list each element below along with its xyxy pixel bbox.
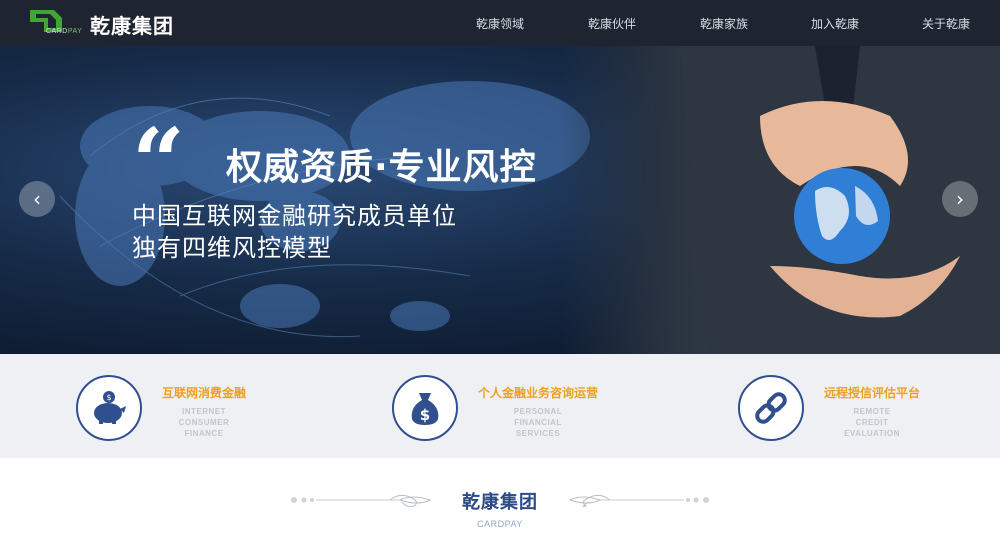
carousel-next-button[interactable]: ›	[942, 181, 978, 217]
hero-banner: “ 权威资质·专业风控 中国互联网金融研究成员单位 独有四维风控模型 ‹ ›	[0, 46, 1000, 354]
main-nav: 乾康领域 乾康伙伴 乾康家族 加入乾康 关于乾康	[430, 0, 990, 46]
brand-logo[interactable]: CARDPAY 乾康集团	[28, 6, 188, 40]
service-title: 远程授信评估平台	[824, 386, 921, 400]
nav-item-domain[interactable]: 乾康领域	[476, 15, 524, 32]
businessman-photo	[560, 46, 1000, 354]
svg-text:$: $	[420, 406, 430, 424]
chevron-right-icon: ›	[956, 187, 964, 211]
money-bag-icon: $	[411, 393, 439, 425]
service-icon-button[interactable]: $	[392, 375, 458, 441]
logo-pay-text: PAY	[67, 28, 83, 35]
nav-item-partners[interactable]: 乾康伙伴	[588, 15, 636, 32]
nav-item-about[interactable]: 关于乾康	[922, 15, 970, 32]
service-english-label: PERSONAL FINANCIAL SERVICES	[498, 406, 578, 439]
service-en-line: PERSONAL	[513, 407, 563, 416]
logo-subtext: CARDPAY	[46, 28, 82, 35]
service-en-line: FINANCIAL	[514, 418, 562, 427]
service-icon-button[interactable]	[738, 375, 804, 441]
top-navbar: CARDPAY 乾康集团 乾康领域 乾康伙伴 乾康家族 加入乾康 关于乾康	[0, 0, 1000, 46]
logo-card-text: CARD	[46, 28, 68, 35]
logo-title: 乾康集团	[90, 14, 174, 38]
right-ornament-divider	[569, 494, 709, 507]
service-title: 个人金融业务咨询运营	[478, 386, 599, 400]
service-remote-credit: 远程授信评估平台 REMOTE CREDIT EVALUATION	[0, 354, 920, 458]
chain-link-icon	[755, 392, 787, 424]
service-en-line: EVALUATION	[844, 429, 900, 438]
carousel-prev-button[interactable]: ‹	[19, 181, 55, 217]
service-en-line: CREDIT	[855, 418, 889, 427]
nav-item-family[interactable]: 乾康家族	[700, 15, 748, 32]
brand-section: 乾康集团 CARDPAY	[0, 458, 1000, 533]
hero-subtitle-2: 独有四维风控模型	[132, 234, 332, 262]
hero-subtitle-1: 中国互联网金融研究成员单位	[132, 202, 457, 230]
hands-globe-graphic	[680, 46, 1000, 354]
brand-title: 乾康集团	[462, 492, 538, 513]
nav-item-join[interactable]: 加入乾康	[811, 15, 859, 32]
brand-subtitle: CARDPAY	[477, 519, 523, 529]
hero-title: 权威资质·专业风控	[226, 147, 537, 188]
service-en-line: REMOTE	[853, 407, 891, 416]
services-strip: $ 互联网消费金融 INTERNET CONSUMER FINANCE $ 个人…	[0, 354, 1000, 458]
chevron-left-icon: ‹	[33, 187, 41, 211]
service-en-line: SERVICES	[515, 429, 561, 438]
quote-mark: “	[132, 108, 185, 216]
service-english-label: REMOTE CREDIT EVALUATION	[832, 406, 912, 439]
